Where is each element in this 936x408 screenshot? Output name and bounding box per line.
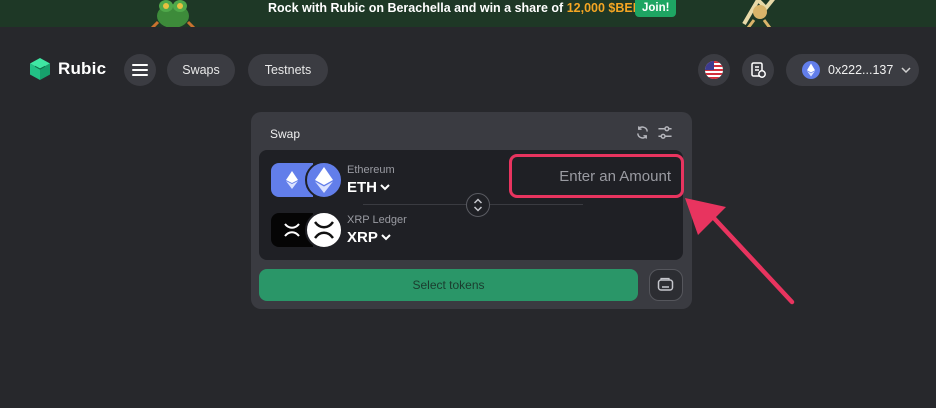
chevron-down-icon (381, 234, 391, 241)
swap-arrows-icon (473, 198, 483, 212)
ethereum-chain-icon (286, 171, 298, 189)
wallet-button[interactable]: 0x222...137 (786, 54, 919, 86)
logo-text: Rubic (58, 59, 107, 78)
refresh-icon[interactable] (635, 125, 650, 140)
wallet-address: 0x222...137 (828, 63, 894, 77)
nav-testnets[interactable]: Testnets (248, 54, 328, 86)
from-token-symbol: ETH (347, 179, 377, 196)
from-token-selector[interactable]: Ethereum ETH (271, 161, 395, 199)
swap-title: Swap (270, 127, 301, 141)
to-token-symbol: XRP (347, 229, 378, 246)
amount-input[interactable] (521, 167, 671, 185)
switch-tokens-button[interactable] (466, 193, 490, 217)
xrp-icon (305, 211, 343, 249)
from-chain-name: Ethereum (347, 164, 395, 176)
token-selector-panel: Ethereum ETH XRP Ledger XRP Enter an Amo… (259, 150, 684, 260)
receipt-icon (751, 62, 766, 78)
from-token-symbol-row: ETH (347, 179, 395, 196)
to-token-selector[interactable]: XRP Ledger XRP (271, 211, 407, 249)
wallet-icon (657, 277, 674, 291)
join-button[interactable]: Join! (635, 0, 677, 17)
banner-message: Rock with Rubic on Berachella and win a … (268, 0, 655, 16)
history-button[interactable] (742, 54, 774, 86)
to-token-text: XRP Ledger XRP (347, 214, 407, 246)
rubic-cube-icon (30, 58, 50, 80)
promo-banner[interactable]: Rock with Rubic on Berachella and win a … (0, 0, 936, 27)
chevron-down-icon (901, 67, 911, 73)
chevron-down-icon (380, 184, 390, 191)
frog-mascot-icon (150, 0, 196, 27)
ethereum-icon (802, 61, 820, 79)
swap-form: Swap Ethereum ETH XRP Ledger XRP Enter a… (251, 112, 692, 309)
to-token-symbol-row: XRP (347, 229, 407, 246)
nav-swaps[interactable]: Swaps (167, 54, 235, 86)
xrp-chain-icon (284, 223, 300, 237)
rubic-logo[interactable]: Rubic (28, 57, 106, 81)
settings-sliders-icon[interactable] (657, 125, 673, 140)
bear-mascot-icon (742, 0, 775, 27)
amount-highlight-box (509, 154, 684, 198)
annotation-arrow (685, 198, 795, 305)
select-tokens-button[interactable]: Select tokens (259, 269, 638, 301)
receiver-address-button[interactable] (649, 269, 683, 301)
from-token-text: Ethereum ETH (347, 164, 395, 196)
to-chain-name: XRP Ledger (347, 214, 407, 226)
ethereum-icon (305, 161, 343, 199)
us-flag-icon (705, 61, 723, 79)
language-button[interactable] (698, 54, 730, 86)
swap-form-actions (635, 125, 673, 140)
xrp-glyph-icon (314, 221, 334, 239)
menu-button[interactable] (124, 54, 156, 86)
hamburger-icon (132, 64, 148, 76)
banner-text: Rock with Rubic on Berachella and win a … (268, 1, 567, 15)
ethereum-glyph-icon (315, 167, 333, 193)
